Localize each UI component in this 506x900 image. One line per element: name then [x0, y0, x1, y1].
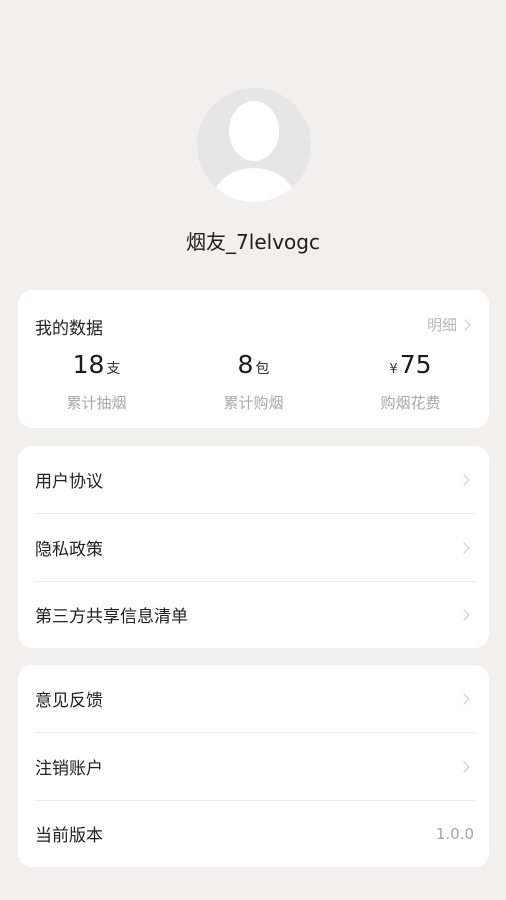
- menu-group-legal: 用户协议 隐私政策 第三方共享信息清单: [18, 446, 489, 648]
- detail-link[interactable]: 明细: [426, 314, 471, 335]
- stat-purchased: 8 包 累计购烟: [175, 350, 332, 413]
- avatar-placeholder-icon: [197, 88, 311, 202]
- stat-smoked: 18 支 累计抽烟: [18, 350, 175, 413]
- chevron-right-icon: [458, 608, 470, 621]
- stat-value: 8: [237, 350, 254, 379]
- stat-label: 累计购烟: [223, 394, 284, 412]
- stat-spending: ¥ 75 购烟花费: [332, 350, 489, 413]
- stat-value: 75: [399, 350, 432, 379]
- menu-item-label: 意见反馈: [35, 691, 103, 711]
- chevron-right-icon: [459, 318, 471, 331]
- chevron-right-icon: [458, 692, 470, 705]
- menu-item-label: 用户协议: [35, 472, 103, 492]
- stats-row: 18 支 累计抽烟 8 包 累计购烟 ¥ 75 购烟花费: [18, 350, 489, 413]
- stat-unit: 支: [106, 361, 121, 377]
- menu-item-third-party-sharing[interactable]: 第三方共享信息清单: [18, 581, 489, 648]
- stat-label: 购烟花费: [380, 394, 441, 412]
- detail-label: 明细: [426, 316, 457, 334]
- menu-item-feedback[interactable]: 意见反馈: [18, 665, 489, 732]
- my-data-title: 我的数据: [35, 319, 103, 339]
- menu-item-privacy-policy[interactable]: 隐私政策: [18, 514, 489, 581]
- menu-item-user-agreement[interactable]: 用户协议: [18, 446, 489, 513]
- nickname: 烟友_7lelvogc: [186, 230, 320, 254]
- menu-item-delete-account[interactable]: 注销账户: [18, 733, 489, 800]
- stat-unit: 包: [255, 361, 270, 377]
- menu-item-label: 隐私政策: [35, 540, 103, 560]
- stat-label: 累计抽烟: [66, 394, 127, 412]
- chevron-right-icon: [458, 473, 470, 486]
- my-data-card: 我的数据 明细 18 支 累计抽烟 8 包 累计购烟 ¥ 75 购烟花费: [18, 290, 489, 428]
- menu-item-current-version: 当前版本 1.0.0: [18, 800, 489, 867]
- menu-item-label: 注销账户: [35, 759, 103, 779]
- menu-group-account: 意见反馈 注销账户 当前版本 1.0.0: [18, 665, 489, 867]
- avatar[interactable]: [197, 88, 311, 202]
- stat-value: 18: [72, 350, 105, 379]
- version-value: 1.0.0: [435, 824, 474, 843]
- chevron-right-icon: [458, 760, 470, 773]
- currency-symbol: ¥: [389, 362, 398, 377]
- menu-item-label: 第三方共享信息清单: [35, 607, 188, 627]
- menu-item-label: 当前版本: [35, 826, 103, 846]
- chevron-right-icon: [458, 541, 470, 554]
